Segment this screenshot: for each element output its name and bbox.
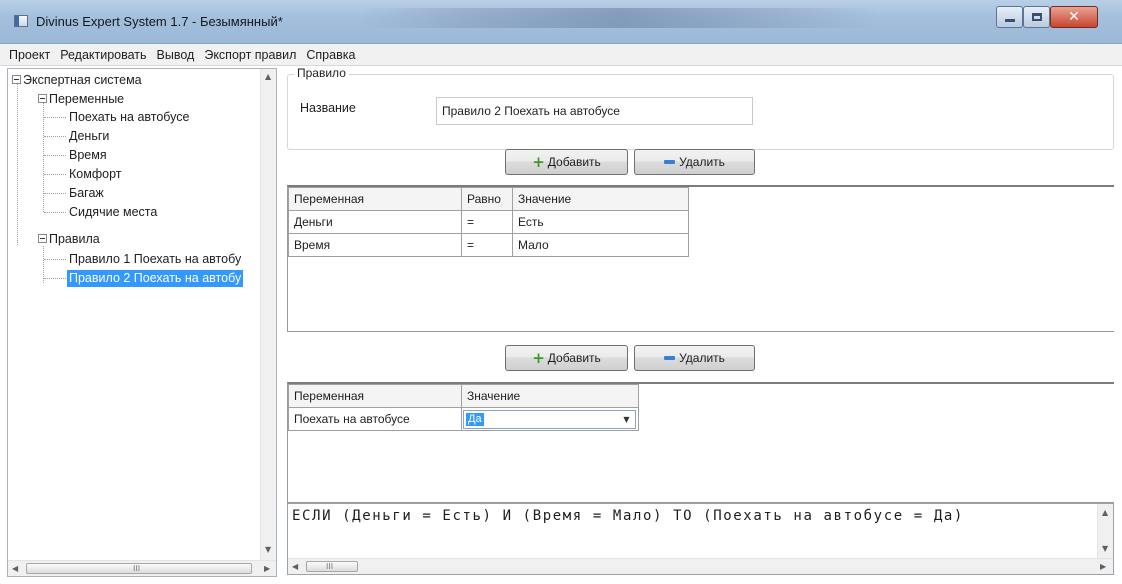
tree-variable-item[interactable]: Багаж (69, 185, 104, 202)
tree-variables-group[interactable]: Переменные (38, 91, 124, 108)
table-row[interactable]: Поехать на автобусе Да ▼ (288, 407, 639, 431)
minimize-button[interactable] (996, 6, 1023, 28)
scroll-right-icon[interactable]: ▶ (1100, 562, 1106, 572)
cell-equals[interactable]: = (461, 210, 513, 234)
menu-bar: Проект Редактировать Вывод Экспорт прави… (0, 44, 1122, 66)
scroll-down-icon[interactable]: ▼ (1102, 544, 1108, 554)
window-title: Divinus Expert System 1.7 - Безымянный* (36, 14, 283, 29)
menu-project[interactable]: Проект (5, 48, 54, 62)
cell-variable[interactable]: Деньги (288, 210, 462, 234)
conditions-grid[interactable]: Переменная Равно Значение Деньги = Есть … (287, 185, 1114, 332)
conclusions-grid[interactable]: Переменная Значение Поехать на автобусе … (287, 382, 1114, 503)
table-header-row: Переменная Значение (288, 384, 639, 408)
cell-equals[interactable]: = (461, 233, 513, 257)
plus-icon: + (532, 153, 545, 171)
scroll-thumb[interactable]: III (26, 563, 252, 574)
cell-value[interactable]: Есть (512, 210, 689, 234)
maximize-icon (1031, 13, 1042, 21)
scroll-up-icon[interactable]: ▲ (265, 72, 271, 82)
column-header[interactable]: Равно (461, 187, 513, 211)
delete-condition-button[interactable]: Удалить (634, 149, 755, 175)
rule-text: ЕСЛИ (Деньги = Есть) И (Время = Мало) ТО… (292, 508, 964, 524)
app-icon (14, 15, 28, 27)
tree-connector (44, 155, 66, 156)
collapse-icon[interactable] (38, 94, 47, 103)
tree-connector (44, 136, 66, 137)
minus-icon (664, 356, 676, 360)
scroll-grip: III (133, 564, 141, 573)
tree-rule-item-selected[interactable]: Правило 2 Поехать на автобу (67, 270, 244, 287)
cell-variable[interactable]: Поехать на автобусе (288, 407, 462, 431)
scroll-left-icon[interactable]: ◀ (12, 564, 18, 574)
tree-connector (17, 83, 18, 245)
table-row[interactable]: Деньги = Есть (288, 210, 689, 234)
conditions-table: Переменная Равно Значение Деньги = Есть … (288, 187, 689, 257)
menu-edit[interactable]: Редактировать (56, 48, 150, 62)
tree-rules-group[interactable]: Правила (38, 231, 100, 248)
scroll-left-icon[interactable]: ◀ (292, 562, 298, 572)
rule-text-vertical-scrollbar[interactable]: ▲ ▼ (1097, 504, 1113, 558)
table-row[interactable]: Время = Мало (288, 233, 689, 257)
tree-horizontal-scrollbar[interactable]: ◀ III ▶ (8, 560, 276, 576)
name-label: Название (300, 101, 356, 115)
table-header-row: Переменная Равно Значение (288, 187, 689, 211)
tree-connector (44, 278, 66, 279)
cell-variable[interactable]: Время (288, 233, 462, 257)
menu-help[interactable]: Справка (302, 48, 359, 62)
column-header[interactable]: Значение (461, 384, 639, 408)
tree-variable-item[interactable]: Время (69, 147, 107, 164)
conclusions-table: Переменная Значение Поехать на автобусе … (288, 384, 639, 431)
cell-value[interactable]: Мало (512, 233, 689, 257)
title-bar: Divinus Expert System 1.7 - Безымянный* … (0, 0, 1122, 44)
column-header[interactable]: Переменная (288, 187, 462, 211)
scroll-grip: III (326, 562, 334, 571)
groupbox-title: Правило (294, 66, 349, 80)
plus-icon: + (532, 349, 545, 367)
delete-conclusion-button[interactable]: Удалить (634, 345, 755, 371)
column-header[interactable]: Значение (512, 187, 689, 211)
menu-output[interactable]: Вывод (153, 48, 199, 62)
tree-connector (44, 117, 66, 118)
collapse-icon[interactable] (12, 75, 21, 84)
tree-variable-item[interactable]: Комфорт (69, 166, 121, 183)
scroll-down-icon[interactable]: ▼ (265, 545, 271, 555)
tree-connector (44, 259, 66, 260)
tree-connector (44, 212, 66, 213)
tree-rule-item[interactable]: Правило 1 Поехать на автобу (69, 251, 241, 268)
tree-root[interactable]: Экспертная система (12, 72, 142, 89)
maximize-button[interactable] (1023, 6, 1050, 28)
minimize-icon (1004, 18, 1015, 22)
tree-vertical-scrollbar[interactable]: ▲ ▼ (260, 69, 276, 560)
tree-variable-item[interactable]: Поехать на автобусе (69, 109, 190, 126)
cell-value[interactable]: Да ▼ (461, 407, 639, 431)
tree-variable-item[interactable]: Сидячие места (69, 204, 157, 221)
close-button[interactable]: ✕ (1050, 6, 1098, 28)
rule-name-input[interactable] (436, 97, 753, 125)
scroll-up-icon[interactable]: ▲ (1102, 508, 1108, 518)
background-window-title (360, 8, 880, 28)
chevron-down-icon[interactable]: ▼ (618, 410, 635, 428)
value-dropdown[interactable]: Да ▼ (463, 409, 636, 429)
scroll-thumb[interactable]: III (306, 561, 358, 572)
dropdown-selected-value: Да (466, 412, 484, 426)
add-condition-button[interactable]: + Добавить (505, 149, 628, 175)
close-icon: ✕ (1068, 9, 1080, 25)
add-conclusion-button[interactable]: + Добавить (505, 345, 628, 371)
tree-variable-item[interactable]: Деньги (69, 128, 109, 145)
tree-panel: Экспертная система Переменные Поехать на… (7, 68, 277, 577)
tree-connector (44, 193, 66, 194)
column-header[interactable]: Переменная (288, 384, 462, 408)
tree-view[interactable]: Экспертная система Переменные Поехать на… (8, 69, 260, 560)
collapse-icon[interactable] (38, 234, 47, 243)
scroll-right-icon[interactable]: ▶ (264, 564, 270, 574)
rule-text-area[interactable]: ЕСЛИ (Деньги = Есть) И (Время = Мало) ТО… (287, 503, 1114, 575)
minus-icon (664, 160, 676, 164)
menu-export-rules[interactable]: Экспорт правил (200, 48, 300, 62)
rule-text-horizontal-scrollbar[interactable]: ◀ III ▶ (288, 558, 1113, 574)
tree-connector (44, 174, 66, 175)
